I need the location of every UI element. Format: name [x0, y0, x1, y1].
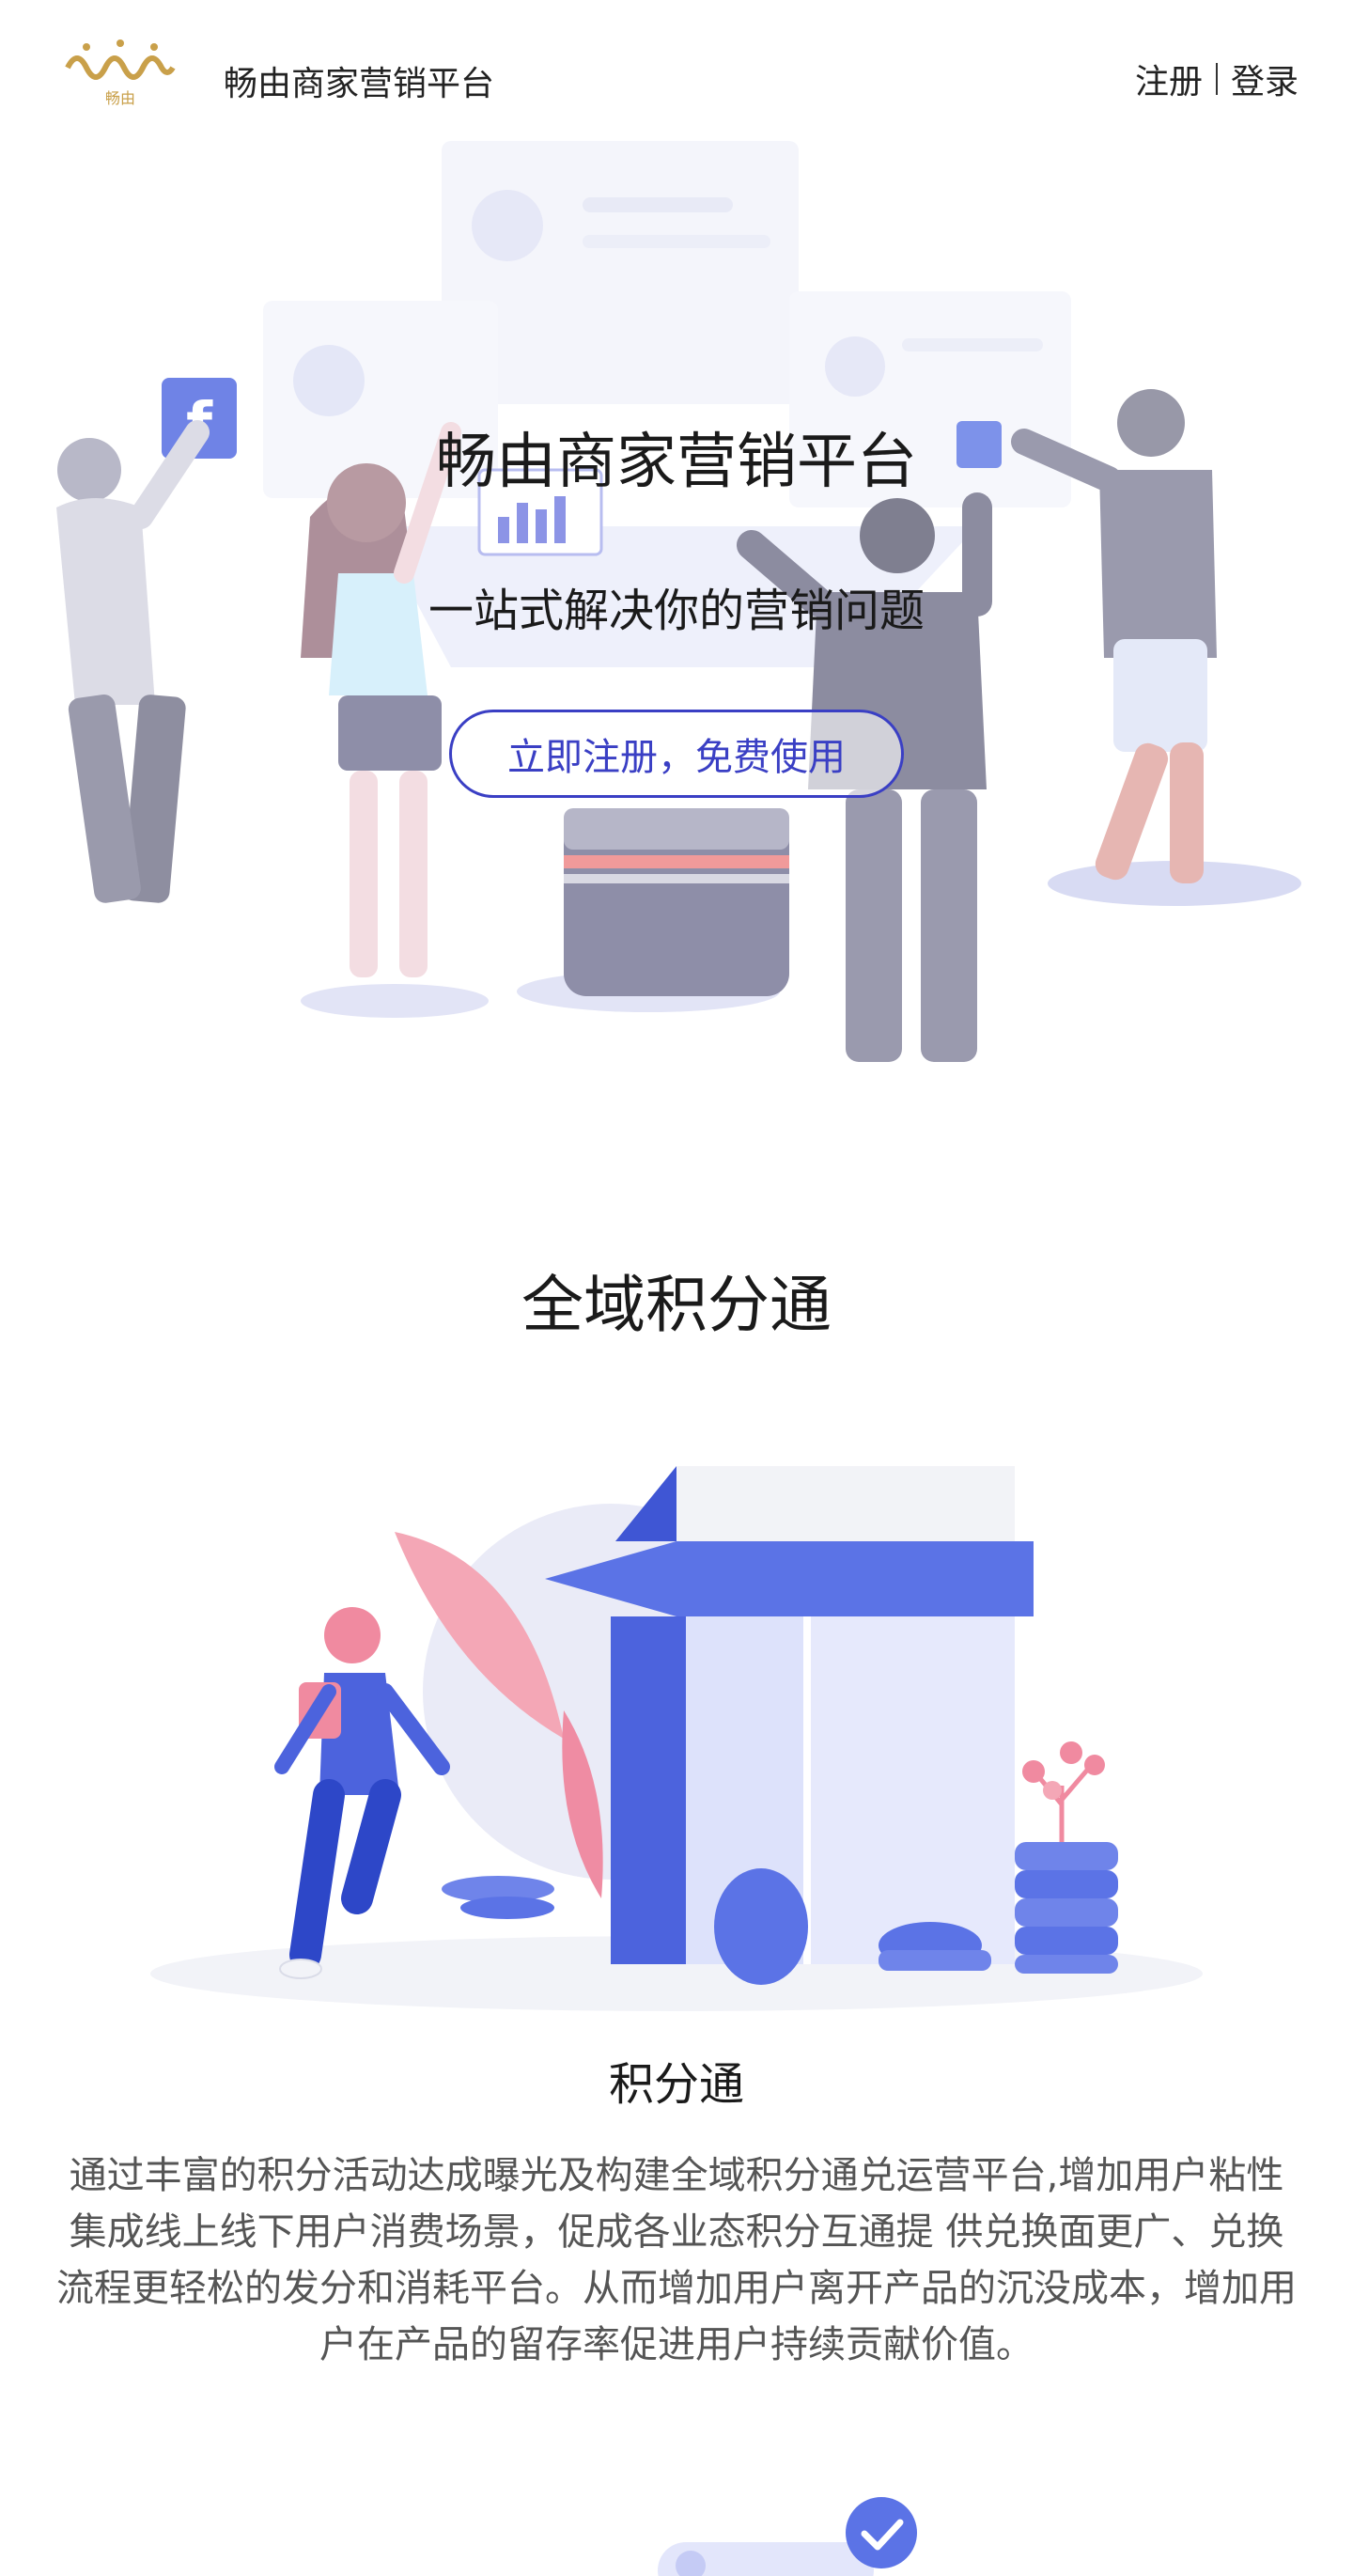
hero-title: 畅由商家营销平台: [436, 428, 917, 497]
brand-name: 畅由商家营销平台: [224, 65, 495, 103]
section-title: 全域积分通: [521, 1269, 832, 1341]
login-link[interactable]: 登录: [1231, 55, 1299, 103]
points-illustration: [0, 1429, 1353, 2011]
hero-section: f 畅由商家营销平台 一站式解决你的营销问题 立即注册，免费使用: [0, 132, 1353, 1071]
hero-subtitle: 一站式解决你的营销问题: [428, 585, 925, 637]
next-illustration: [0, 2462, 1353, 2576]
card-description: 通过丰富的积分活动达成曝光及构建全域积分通兑运营平台,增加用户粘性集成线上线下用…: [56, 2154, 1297, 2366]
logo-text: 畅由: [105, 89, 135, 107]
register-free-button[interactable]: 立即注册，免费使用: [449, 710, 904, 798]
check-icon: [846, 2497, 917, 2568]
divider: [1215, 63, 1218, 95]
logo-mark-icon: 畅由: [65, 39, 176, 107]
card-title: 积分通: [608, 2058, 744, 2111]
top-header: 畅由 畅由商家营销平台 注册 登录: [0, 0, 1353, 150]
brand-logo[interactable]: 畅由: [64, 36, 177, 111]
register-link[interactable]: 注册: [1135, 55, 1203, 103]
auth-links: 注册 登录: [1135, 55, 1299, 103]
